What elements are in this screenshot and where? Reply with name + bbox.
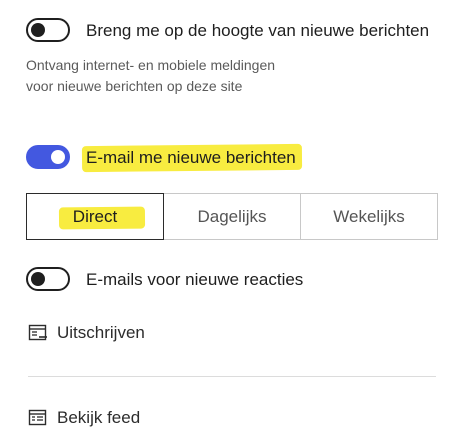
feed-icon [28,408,48,428]
unsubscribe-link[interactable]: Uitschrijven [28,323,145,343]
frequency-option-label: Dagelijks [197,206,267,226]
notify-toggle-description: Ontvang internet- en mobiele meldingen v… [26,57,276,94]
email-toggle-label: E-mail me nieuwe berichten [86,148,296,167]
toggle-knob [51,150,65,164]
notify-toggle-label: Breng me op de hoogte van nieuwe bericht… [86,21,430,40]
frequency-option-direct[interactable]: Direct [26,193,164,240]
unsubscribe-label: Uitschrijven [57,323,145,342]
frequency-option-label: Direct [72,206,118,226]
frequency-option-weekly[interactable]: Wekelijks [301,194,437,239]
frequency-option-label: Wekelijks [333,206,405,226]
view-feed-link[interactable]: Bekijk feed [28,408,140,428]
notify-toggle[interactable] [26,18,70,42]
toggle-knob [31,272,45,286]
frequency-selector: Direct Dagelijks Wekelijks [26,193,438,240]
unsubscribe-icon [28,323,48,343]
comments-toggle[interactable] [26,267,70,291]
divider [28,376,436,377]
view-feed-label: Bekijk feed [57,408,141,427]
toggle-knob [31,23,45,37]
email-toggle[interactable] [26,145,70,169]
comments-toggle-label: E-mails voor nieuwe reacties [86,270,304,289]
frequency-option-daily[interactable]: Dagelijks [164,194,301,239]
